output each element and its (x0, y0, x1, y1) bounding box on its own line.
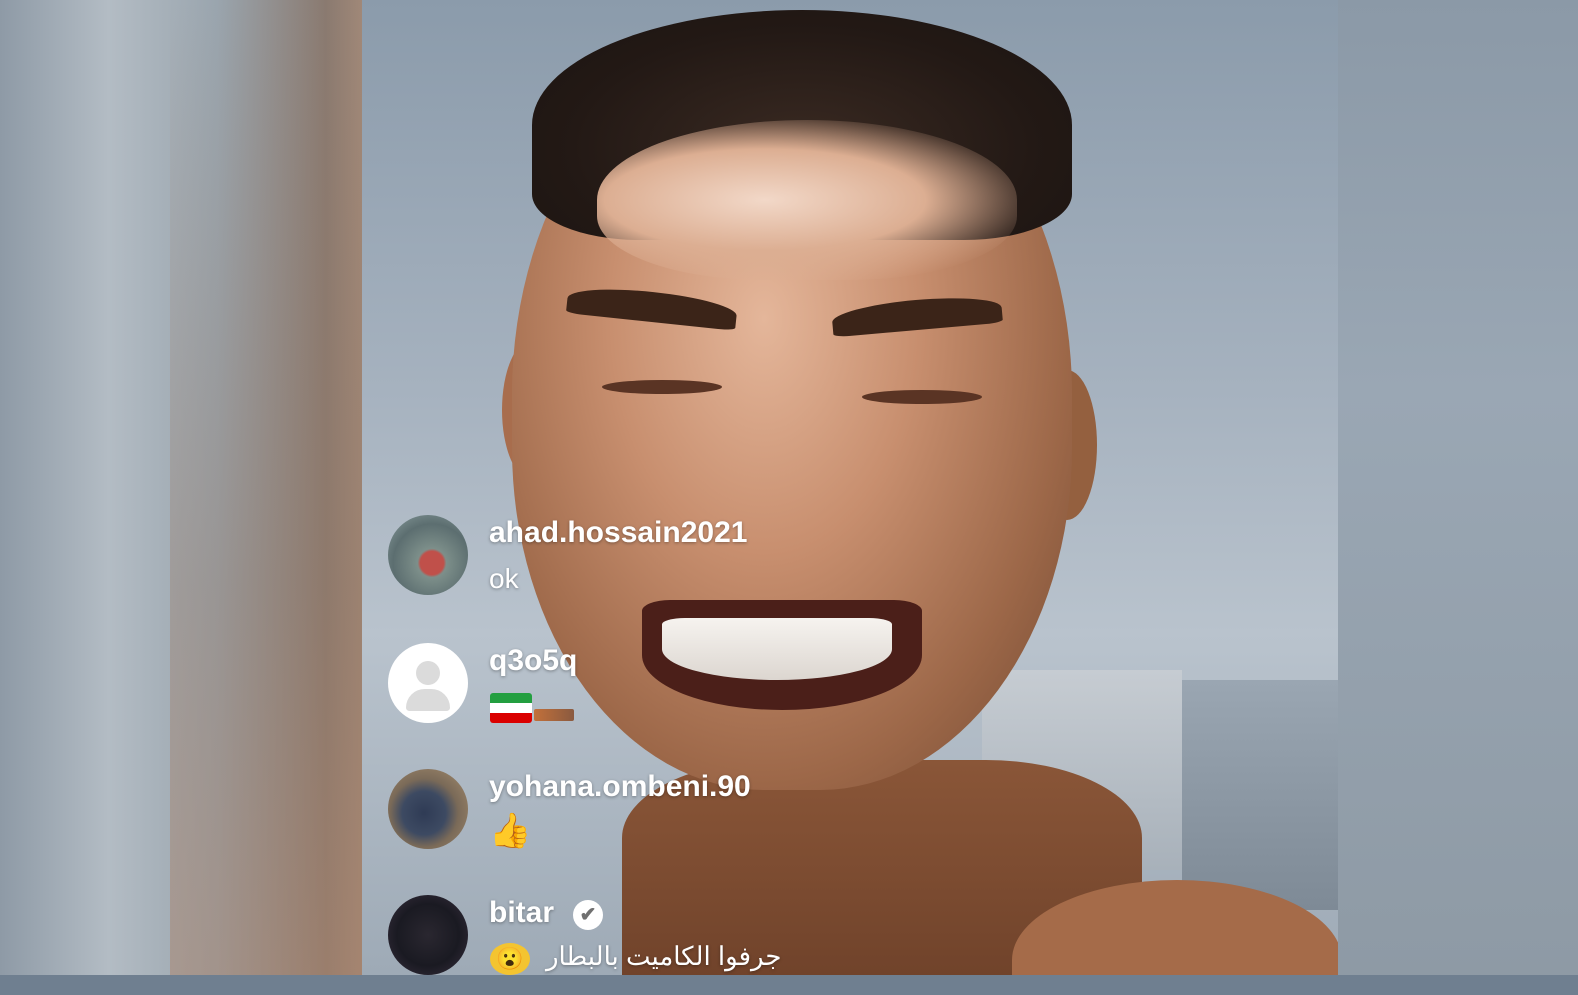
default-avatar-icon[interactable] (388, 643, 468, 723)
comment-username[interactable]: q3o5q (489, 644, 577, 678)
person-icon-body (406, 689, 450, 711)
blurred-background-right (1338, 0, 1578, 975)
thumbs-up-icon: 👍 (489, 812, 532, 850)
iran-flag-icon (490, 693, 532, 723)
flag-emoji-icon (534, 709, 574, 721)
comment-message: ok (489, 563, 519, 594)
avatar[interactable] (388, 895, 468, 975)
avatar[interactable] (388, 769, 468, 849)
verified-badge-icon: ✔ (573, 900, 603, 930)
comment-item: yohana.ombeni.90 (388, 769, 948, 869)
person-eye-right (862, 390, 982, 404)
background-cabinet (1182, 680, 1338, 910)
blurred-background-left (0, 0, 362, 975)
live-comments-list: ahad.hossain2021 ok q3o5q yohana.ombeni.… (388, 515, 948, 975)
comment-username[interactable]: yohana.ombeni.90 (489, 770, 751, 804)
comment-item: ahad.hossain2021 ok (388, 515, 948, 615)
comment-item: q3o5q (388, 643, 948, 743)
person-icon-head (416, 661, 440, 685)
avatar[interactable] (388, 515, 468, 595)
person-forehead (597, 120, 1017, 280)
comment-username[interactable]: ahad.hossain2021 (489, 516, 747, 550)
comment-message: جرفوا الكاميت بالبطار (546, 941, 782, 971)
comment-username[interactable]: bitar (489, 896, 554, 930)
person-eye-left (602, 380, 722, 394)
emoji-sticker-icon: 😮 (490, 943, 530, 975)
